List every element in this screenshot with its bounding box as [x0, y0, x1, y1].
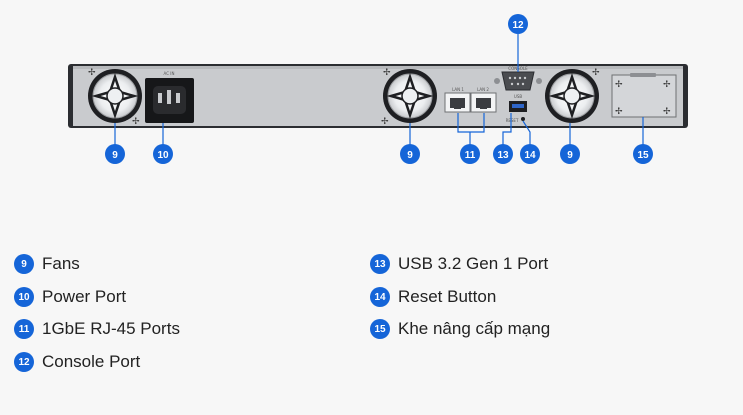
- lan2-silk-label: LAN 2: [477, 87, 489, 92]
- callout-usb: 13: [493, 144, 513, 164]
- power-silk-label: AC IN: [164, 71, 175, 76]
- callout-fan-right: 9: [560, 144, 580, 164]
- svg-text:✢: ✢: [615, 107, 623, 117]
- svg-text:10: 10: [157, 150, 169, 161]
- expansion-slot: ✢ ✢ ✢ ✢: [611, 73, 677, 118]
- svg-text:✢: ✢: [132, 117, 140, 127]
- callout-reset: 14: [520, 144, 540, 164]
- callout-expansion: 15: [633, 144, 653, 164]
- svg-text:✢: ✢: [88, 68, 96, 78]
- svg-text:✢: ✢: [592, 68, 600, 78]
- svg-text:✢: ✢: [383, 68, 391, 78]
- callout-power: 10: [153, 144, 173, 164]
- callout-fan-left: 9: [105, 144, 125, 164]
- svg-text:✢: ✢: [663, 80, 671, 90]
- usb-silk-label: USB: [514, 94, 522, 99]
- power-port: AC IN: [145, 71, 194, 123]
- callout-lan: 11: [460, 144, 480, 164]
- svg-text:11: 11: [465, 150, 476, 161]
- svg-text:13: 13: [497, 150, 509, 161]
- svg-text:9: 9: [407, 150, 413, 161]
- svg-text:15: 15: [637, 150, 649, 161]
- svg-text:14: 14: [524, 150, 536, 161]
- reset-silk-label: RESET: [506, 118, 519, 123]
- callout-console: 12: [508, 14, 528, 34]
- svg-text:9: 9: [112, 150, 118, 161]
- svg-text:✢: ✢: [615, 80, 623, 90]
- lan1-silk-label: LAN 1: [452, 87, 464, 92]
- svg-text:9: 9: [567, 150, 573, 161]
- device-rear-panel-diagram: ✢ ✢ AC IN ✢ ✢ LAN 1 LAN 2 CONSOLE USB RE…: [68, 14, 688, 164]
- callout-fan-mid: 9: [400, 144, 420, 164]
- svg-text:12: 12: [512, 20, 524, 31]
- svg-text:✢: ✢: [381, 117, 389, 127]
- svg-text:✢: ✢: [663, 107, 671, 117]
